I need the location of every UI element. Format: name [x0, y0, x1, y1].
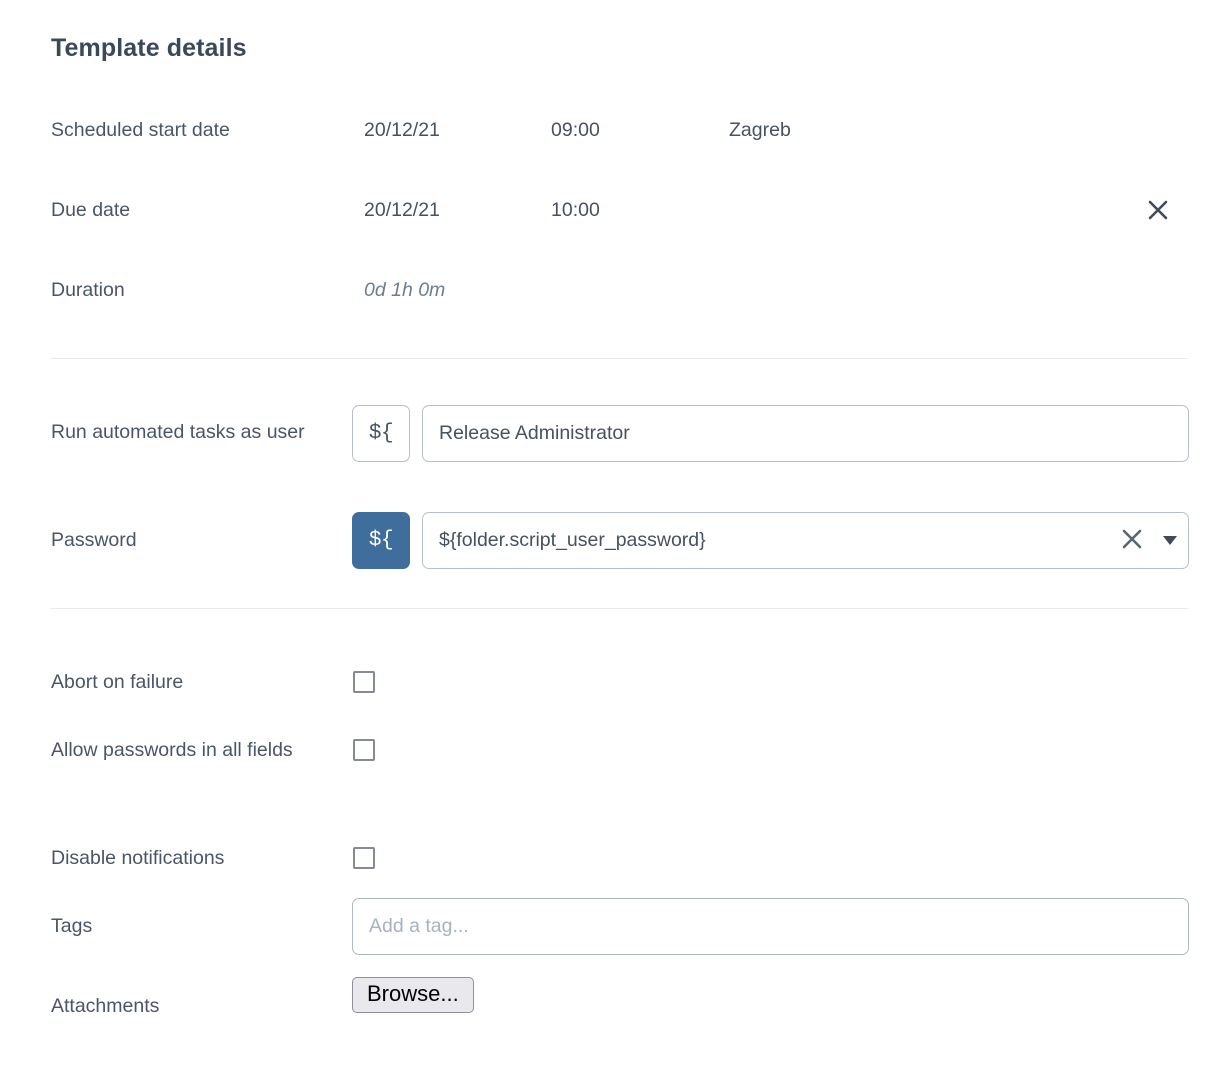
due-date-clear-icon[interactable] [1141, 193, 1175, 227]
template-details-panel: Template details Scheduled start date 20… [0, 0, 1218, 1072]
due-date-value[interactable]: 20/12/21 [364, 190, 440, 230]
run-as-user-row: Run automated tasks as user ${ [0, 405, 1218, 512]
disable-notifications-checkbox[interactable] [353, 847, 375, 869]
attachments-row: Attachments Browse... [0, 977, 1218, 1030]
run-as-user-variable-button[interactable]: ${ [352, 405, 410, 462]
allow-passwords-checkbox[interactable] [353, 739, 375, 761]
scheduled-start-date-label: Scheduled start date [51, 119, 230, 141]
password-label: Password [51, 529, 137, 551]
abort-on-failure-checkbox[interactable] [353, 671, 375, 693]
scheduled-start-date-row: Scheduled start date 20/12/21 09:00 Zagr… [0, 110, 1218, 150]
disable-notifications-label: Disable notifications [51, 847, 225, 869]
abort-on-failure-label: Abort on failure [51, 671, 184, 693]
disable-notifications-row: Disable notifications [0, 838, 1218, 878]
due-date-row: Due date 20/12/21 10:00 [0, 190, 1218, 230]
password-row: Password ${ [0, 512, 1218, 580]
abort-on-failure-row: Abort on failure [0, 662, 1218, 702]
duration-label: Duration [51, 279, 125, 301]
page-title: Template details [51, 34, 247, 62]
tags-input[interactable] [352, 898, 1189, 955]
password-input[interactable] [422, 512, 1189, 569]
run-as-user-label: Run automated tasks as user [51, 421, 305, 443]
password-clear-icon[interactable] [1115, 522, 1149, 556]
duration-value: 0d 1h 0m [364, 279, 446, 301]
run-as-user-input[interactable] [422, 405, 1189, 462]
due-date-label: Due date [51, 199, 131, 221]
section-divider-1 [51, 358, 1188, 359]
password-variable-button[interactable]: ${ [352, 512, 410, 569]
tags-row: Tags [0, 898, 1218, 955]
tags-label: Tags [51, 915, 93, 937]
due-time-value[interactable]: 10:00 [551, 190, 600, 230]
allow-passwords-row: Allow passwords in all fields [0, 730, 1218, 810]
scheduled-start-timezone-value[interactable]: Zagreb [729, 110, 791, 150]
duration-row: Duration 0d 1h 0m [0, 270, 1218, 310]
attachments-label: Attachments [51, 995, 160, 1017]
allow-passwords-label: Allow passwords in all fields [51, 739, 293, 761]
scheduled-start-date-value[interactable]: 20/12/21 [364, 110, 440, 150]
attachments-browse-button[interactable]: Browse... [352, 977, 474, 1014]
password-dropdown-chevron-down-icon[interactable] [1163, 536, 1177, 545]
section-divider-2 [51, 608, 1188, 609]
scheduled-start-time-value[interactable]: 09:00 [551, 110, 600, 150]
